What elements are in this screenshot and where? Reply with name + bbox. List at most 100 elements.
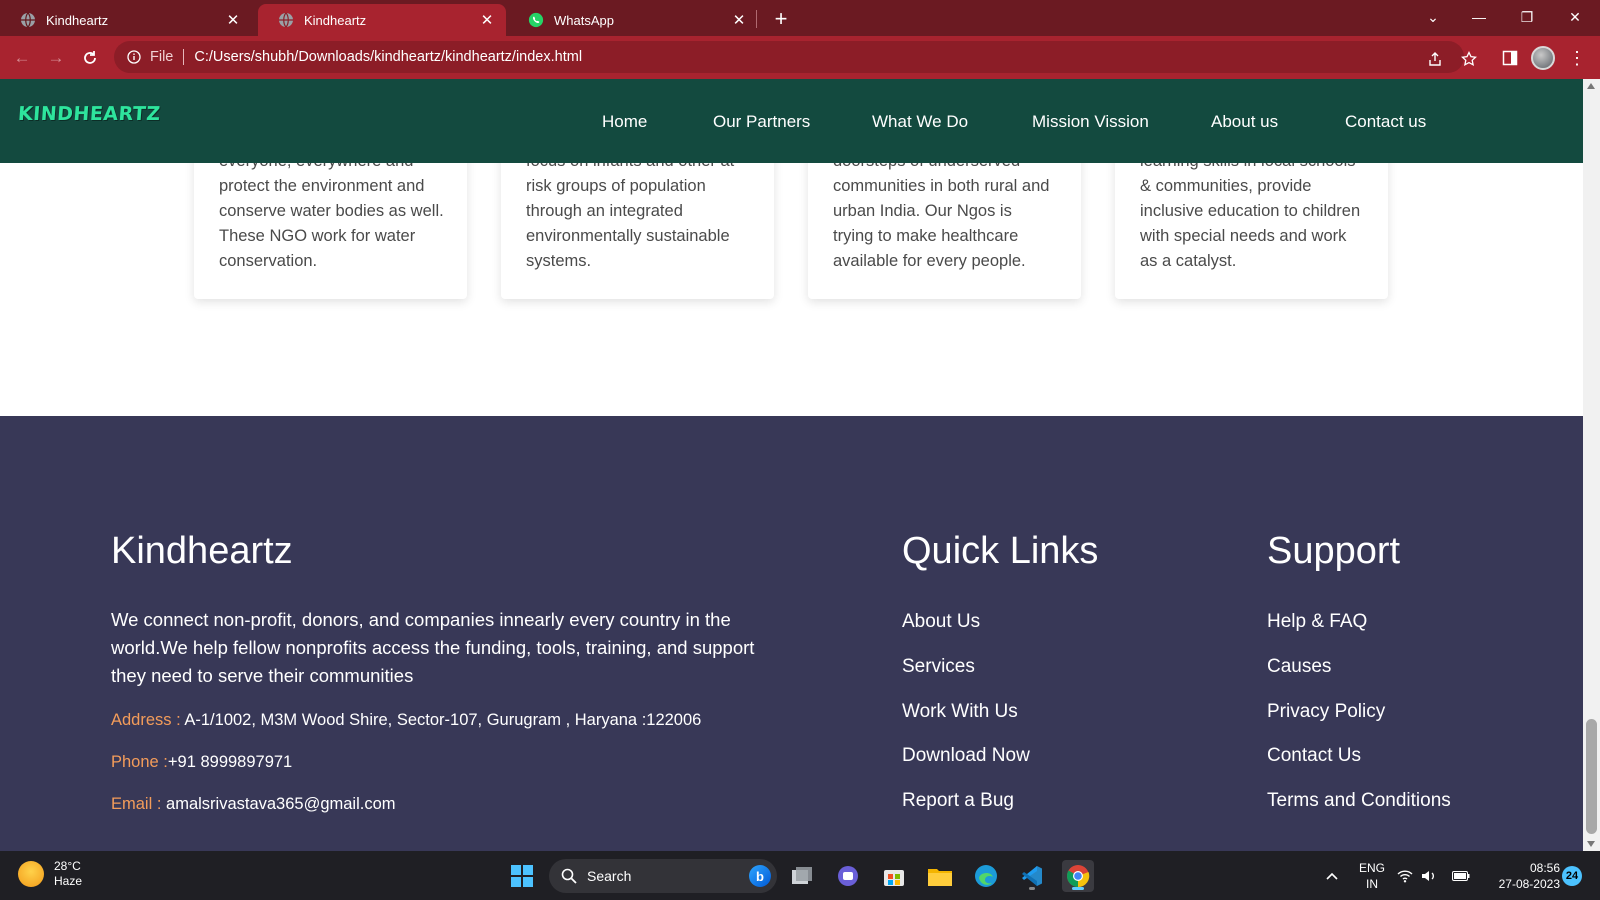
address-bar[interactable]: File C:/Users/shubh/Downloads/kindheartz… (114, 41, 1464, 73)
bookmark-star-icon[interactable] (1458, 48, 1480, 70)
address-value: A-1/1002, M3M Wood Shire, Sector-107, Gu… (180, 711, 702, 729)
footer-link-privacy-policy[interactable]: Privacy Policy (1267, 701, 1385, 723)
footer-link-causes[interactable]: Causes (1267, 656, 1331, 678)
close-icon[interactable]: ✕ (224, 11, 242, 29)
chrome-icon[interactable] (1062, 860, 1094, 892)
scrollbar-thumb[interactable] (1586, 719, 1597, 834)
web-page-viewport: KINDHEARTZ Home Our Partners What We Do … (0, 79, 1583, 851)
whatsapp-icon (528, 12, 544, 28)
card-description: focus on infants and other at risk group… (526, 149, 756, 274)
nav-link-about-us[interactable]: About us (1211, 112, 1278, 132)
weather-widget[interactable]: 28°C Haze (18, 859, 82, 889)
start-windows-icon[interactable] (506, 860, 538, 892)
weather-temperature: 28°C (54, 859, 81, 873)
close-icon[interactable]: ✕ (478, 11, 496, 29)
nav-link-home[interactable]: Home (602, 112, 647, 132)
card-line: through an integrated (526, 202, 683, 220)
wifi-icon[interactable] (1394, 860, 1416, 892)
weather-condition: Haze (54, 874, 83, 888)
restore-button[interactable]: ❐ (1504, 0, 1550, 34)
teams-chat-icon[interactable] (832, 860, 864, 892)
email-label: Email : (111, 795, 162, 813)
profile-avatar[interactable] (1530, 45, 1556, 71)
clock-date: 27-08-2023 (1498, 877, 1560, 891)
side-panel-icon[interactable] (1497, 45, 1523, 71)
browser-tab-strip: Kindheartz ✕ Kindheartz ✕ WhatsApp ✕ + ⌄… (0, 0, 1600, 36)
card-description: doorsteps of underserved communities in … (833, 149, 1063, 274)
nav-link-our-partners[interactable]: Our Partners (713, 112, 810, 132)
footer-link-terms-and-conditions[interactable]: Terms and Conditions (1267, 790, 1451, 812)
vscode-icon[interactable] (1016, 860, 1048, 892)
minimize-button[interactable]: — (1456, 0, 1502, 34)
reload-button[interactable] (76, 44, 104, 72)
card-line: & communities, provide (1140, 177, 1312, 195)
task-view-icon[interactable] (786, 860, 818, 892)
browser-tab-active[interactable]: Kindheartz ✕ (258, 4, 506, 36)
new-tab-button[interactable]: + (768, 6, 794, 32)
footer-link-contact-us[interactable]: Contact Us (1267, 745, 1361, 767)
address-label: Address : (111, 711, 181, 729)
info-icon[interactable] (126, 49, 142, 65)
volume-icon[interactable] (1418, 860, 1440, 892)
url-text[interactable]: C:/Users/shubh/Downloads/kindheartz/kind… (194, 49, 582, 65)
edge-browser-icon[interactable] (970, 860, 1002, 892)
clock-time: 08:56 (1529, 861, 1560, 875)
card-line: environmentally sustainable (526, 227, 730, 245)
footer-email: Email : amalsrivastava365@gmail.com (111, 795, 396, 814)
phone-label: Phone : (111, 753, 168, 771)
footer-link-help-faq[interactable]: Help & FAQ (1267, 611, 1367, 633)
card-line: available for every people. (833, 252, 1026, 270)
battery-icon[interactable] (1450, 860, 1472, 892)
nav-link-mission-vission[interactable]: Mission Vission (1032, 112, 1149, 132)
scroll-down-arrow-icon[interactable] (1587, 841, 1595, 847)
site-logo[interactable]: KINDHEARTZ (17, 103, 161, 125)
tab-search-icon[interactable]: ⌄ (1410, 0, 1456, 34)
card-line: conserve water bodies as well. (219, 202, 444, 220)
more-menu-icon[interactable]: ⋮ (1564, 45, 1590, 71)
nav-link-what-we-do[interactable]: What We Do (872, 112, 968, 132)
globe-icon (278, 12, 294, 28)
card-description: everyone, everywhere and protect the env… (219, 149, 449, 274)
chevron-up-icon[interactable] (1316, 860, 1348, 892)
phone-value[interactable]: +91 8999897971 (168, 753, 292, 771)
share-icon[interactable] (1424, 48, 1446, 70)
email-value[interactable]: amalsrivastava365@gmail.com (161, 795, 396, 813)
back-button[interactable]: ← (8, 44, 36, 72)
language-indicator[interactable]: ENG IN (1356, 860, 1388, 892)
browser-tab[interactable]: WhatsApp ✕ (508, 4, 758, 36)
close-window-button[interactable]: ✕ (1552, 0, 1598, 34)
search-placeholder: Search (587, 868, 632, 884)
bing-icon[interactable]: b (749, 865, 771, 887)
microsoft-store-icon[interactable] (878, 860, 910, 892)
running-indicator (1072, 887, 1084, 890)
language-line1: ENG (1358, 861, 1385, 875)
browser-tab[interactable]: Kindheartz ✕ (0, 4, 252, 36)
footer-link-work-with-us[interactable]: Work With Us (902, 701, 1018, 723)
nav-link-contact-us[interactable]: Contact us (1345, 112, 1426, 132)
card-line: protect the environment and (219, 177, 425, 195)
footer-link-download-now[interactable]: Download Now (902, 745, 1030, 767)
tab-title: WhatsApp (554, 12, 614, 28)
tab-separator (756, 10, 757, 28)
card-line: urban India. Our Ngos is (833, 202, 1012, 220)
footer-phone: Phone :+91 8999897971 (111, 753, 292, 772)
taskbar-search-box[interactable]: Search b (549, 859, 777, 893)
footer-description: We connect non-profit, donors, and compa… (111, 609, 755, 686)
page-scrollbar[interactable] (1583, 79, 1600, 851)
weather-text: 28°C Haze (54, 859, 82, 889)
footer-link-about-us[interactable]: About Us (902, 611, 980, 633)
footer-link-services[interactable]: Services (902, 656, 975, 678)
system-clock[interactable]: 08:56 27-08-2023 (1480, 860, 1560, 892)
scroll-up-arrow-icon[interactable] (1587, 83, 1595, 89)
notification-badge[interactable]: 24 (1562, 866, 1582, 886)
footer-link-report-a-bug[interactable]: Report a Bug (902, 790, 1014, 812)
tab-title: Kindheartz (46, 12, 109, 28)
card-line: communities in both rural and (833, 177, 1050, 195)
card-line: with special needs and work (1140, 227, 1347, 245)
url-scheme-label: File (150, 49, 174, 65)
forward-button[interactable]: → (42, 44, 70, 72)
close-icon[interactable]: ✕ (730, 11, 748, 29)
support-title: Support (1267, 530, 1401, 572)
site-footer: Kindheartz We connect non-profit, donors… (0, 416, 1583, 851)
file-explorer-icon[interactable] (924, 860, 956, 892)
